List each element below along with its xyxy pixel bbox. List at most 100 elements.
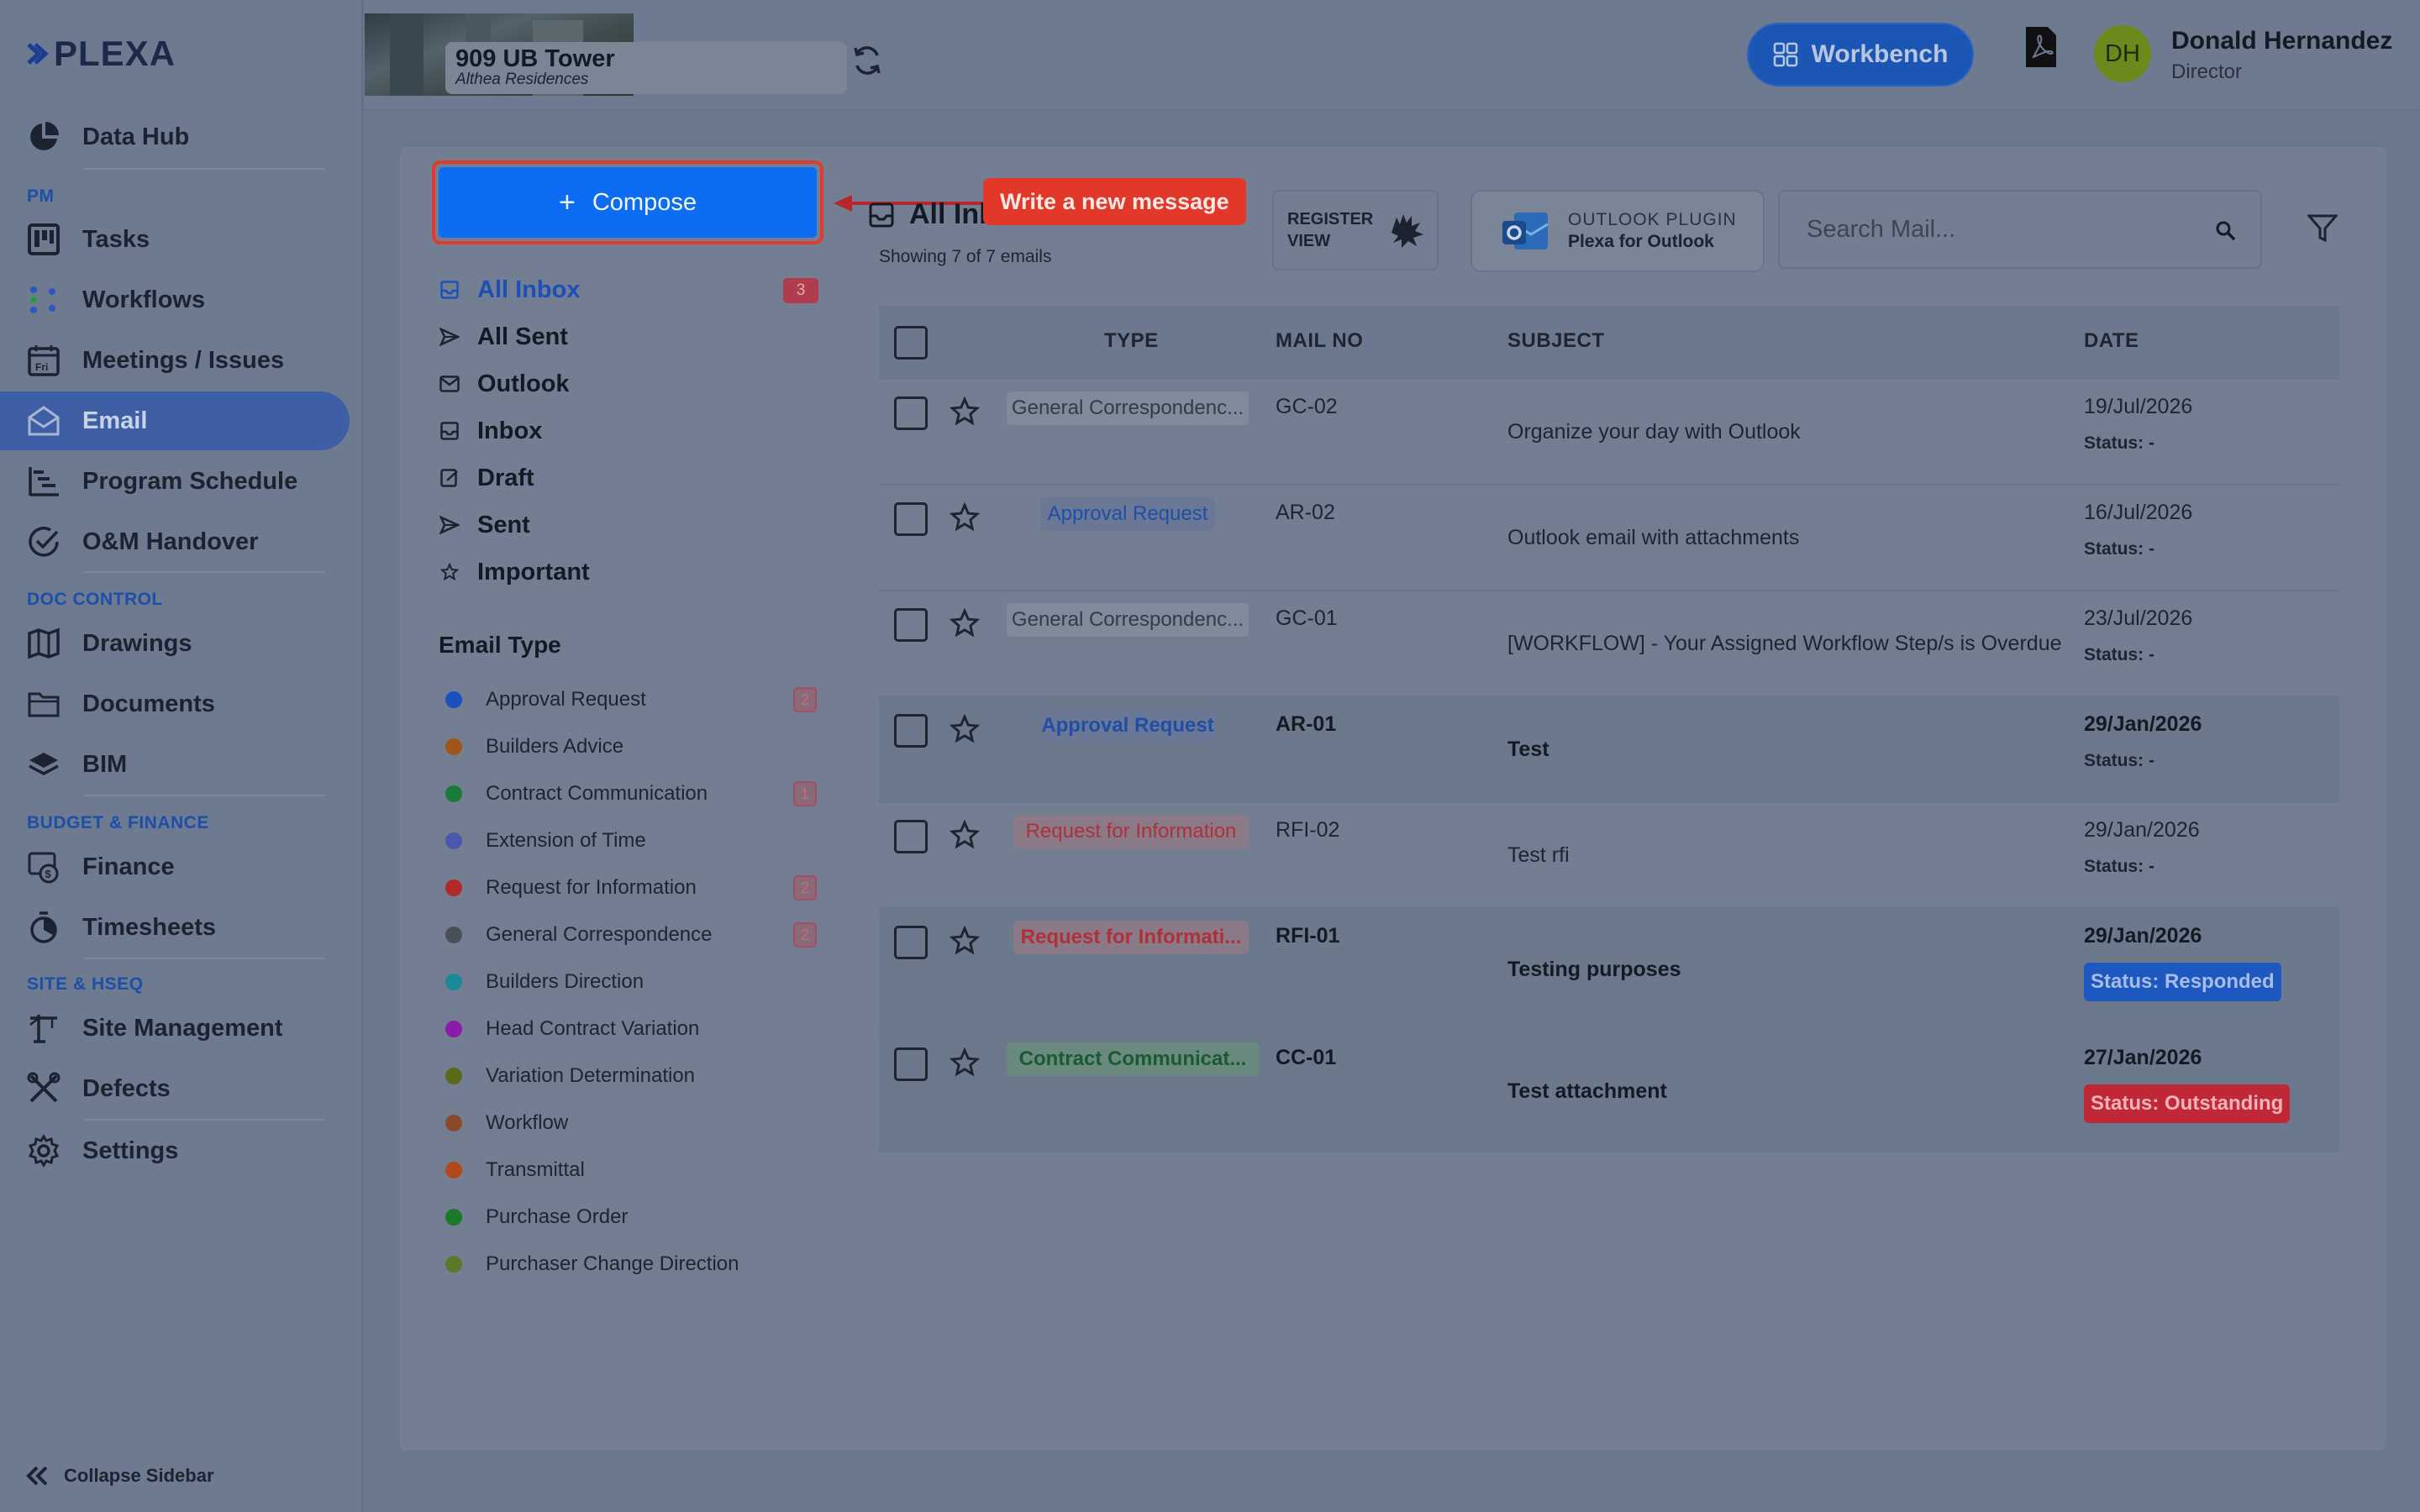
workbench-button[interactable]: Workbench bbox=[1747, 23, 1974, 87]
sidebar-item-defects[interactable]: Defects bbox=[0, 1059, 350, 1118]
email-subject[interactable]: Organize your day with Outlook bbox=[1507, 420, 1801, 444]
row-checkbox[interactable] bbox=[894, 820, 928, 853]
filter-icon[interactable] bbox=[2307, 213, 2338, 244]
email-subject[interactable]: Testing purposes bbox=[1507, 958, 1681, 982]
app-logo[interactable]: PLEXA bbox=[27, 34, 176, 73]
email-type-item[interactable]: General Correspondence bbox=[445, 920, 713, 950]
sidebar-item-finance[interactable]: $ Finance bbox=[0, 837, 350, 896]
project-selector[interactable]: 909 UB Tower Althea Residences bbox=[445, 42, 847, 94]
email-subject[interactable]: Test attachment bbox=[1507, 1079, 1667, 1104]
user-name[interactable]: Donald Hernandez bbox=[2171, 27, 2392, 55]
sidebar-item-label: Timesheets bbox=[82, 913, 217, 941]
star-icon[interactable] bbox=[950, 502, 980, 533]
row-checkbox[interactable] bbox=[894, 926, 928, 959]
folder-all-sent[interactable]: All Sent bbox=[439, 320, 568, 354]
email-type-item[interactable]: Builders Advice bbox=[445, 732, 623, 762]
register-view-button[interactable]: REGISTER VIEW bbox=[1272, 190, 1439, 270]
sidebar-item-workflows[interactable]: Workflows bbox=[0, 270, 350, 329]
row-checkbox[interactable] bbox=[894, 1047, 928, 1081]
email-type-item[interactable]: Builders Direction bbox=[445, 967, 644, 997]
color-dot-icon bbox=[445, 879, 462, 896]
sidebar-item-om-handover[interactable]: O&M Handover bbox=[0, 512, 350, 571]
table-row[interactable]: Request for Informati... RFI-01 Testing pu… bbox=[879, 909, 2339, 1031]
sidebar-item-drawings[interactable]: Drawings bbox=[0, 614, 350, 673]
table-row[interactable]: General Correspondenc... GC-01 [WORKFLOW] … bbox=[879, 591, 2339, 697]
sidebar-item-label: O&M Handover bbox=[82, 528, 259, 555]
table-row[interactable]: Approval Request AR-01 Test 29/Jan/2026 Stat… bbox=[879, 697, 2339, 803]
email-type-item[interactable]: Transmittal bbox=[445, 1155, 585, 1185]
compose-button[interactable]: + Compose bbox=[439, 167, 817, 238]
email-subject[interactable]: Test bbox=[1507, 738, 1549, 762]
email-status: Status: - bbox=[2084, 433, 2154, 453]
sidebar-item-tasks[interactable]: Tasks bbox=[0, 210, 350, 269]
email-type-item[interactable]: Purchase Order bbox=[445, 1202, 628, 1232]
column-header-subject[interactable]: SUBJECT bbox=[1507, 329, 1605, 353]
star-icon[interactable] bbox=[950, 820, 980, 850]
sidebar-item-documents[interactable]: Documents bbox=[0, 675, 350, 733]
folder-important[interactable]: Important bbox=[439, 555, 590, 589]
sidebar-item-data-hub[interactable]: Data Hub bbox=[0, 108, 350, 166]
email-subject[interactable]: [WORKFLOW] - Your Assigned Workflow Step… bbox=[1507, 632, 2062, 656]
sidebar-item-program-schedule[interactable]: Program Schedule bbox=[0, 452, 350, 511]
sidebar-item-site-management[interactable]: Site Management bbox=[0, 999, 350, 1058]
calendar-icon: Fri bbox=[25, 342, 62, 379]
column-header-type[interactable]: TYPE bbox=[1104, 329, 1159, 353]
row-checkbox[interactable] bbox=[894, 396, 928, 430]
folder-inbox[interactable]: Inbox bbox=[439, 414, 542, 448]
folder-draft[interactable]: Draft bbox=[439, 461, 534, 495]
email-type-label: Workflow bbox=[486, 1111, 569, 1134]
row-checkbox[interactable] bbox=[894, 714, 928, 748]
email-type-chip: Approval Request bbox=[1040, 709, 1215, 743]
sidebar-item-settings[interactable]: Settings bbox=[0, 1121, 350, 1180]
table-header: TYPE MAIL NO SUBJECT DATE bbox=[879, 306, 2339, 380]
star-icon[interactable] bbox=[950, 714, 980, 744]
star-icon[interactable] bbox=[950, 926, 980, 956]
sidebar-item-email[interactable]: Email bbox=[0, 391, 350, 450]
refresh-icon[interactable] bbox=[852, 44, 882, 77]
email-type-item[interactable]: Workflow bbox=[445, 1108, 568, 1138]
pdf-icon[interactable] bbox=[2024, 25, 2058, 69]
table-row[interactable]: Approval Request AR-02 Outlook email with … bbox=[879, 486, 2339, 591]
send-icon bbox=[439, 516, 460, 534]
divider bbox=[84, 958, 324, 959]
email-type-label: Contract Communication bbox=[486, 782, 708, 805]
row-checkbox[interactable] bbox=[894, 502, 928, 536]
email-type-item[interactable]: Request for Information bbox=[445, 873, 697, 903]
sidebar-item-bim[interactable]: BIM bbox=[0, 735, 350, 794]
email-type-item[interactable]: Approval Request bbox=[445, 685, 646, 715]
sidebar-item-label: Meetings / Issues bbox=[82, 346, 285, 374]
folder-sent[interactable]: Sent bbox=[439, 508, 530, 542]
sidebar-item-timesheets[interactable]: Timesheets bbox=[0, 898, 350, 957]
collapse-sidebar-button[interactable]: Collapse Sidebar bbox=[25, 1465, 214, 1487]
row-checkbox[interactable] bbox=[894, 608, 928, 642]
mail-number: CC-01 bbox=[1276, 1046, 1337, 1069]
search-icon[interactable] bbox=[2215, 220, 2237, 242]
star-icon[interactable] bbox=[950, 396, 980, 427]
folder-all-inbox[interactable]: All Inbox bbox=[439, 273, 580, 307]
avatar[interactable]: DH bbox=[2094, 25, 2151, 82]
email-subject[interactable]: Outlook email with attachments bbox=[1507, 526, 1799, 550]
compose-label: Compose bbox=[592, 188, 697, 216]
sidebar-item-meetings-issues[interactable]: Fri Meetings / Issues bbox=[0, 331, 350, 390]
email-subject[interactable]: Test rfi bbox=[1507, 843, 1570, 868]
table-row[interactable]: Contract Communicat... CC-01 Test attachme… bbox=[879, 1031, 2339, 1152]
table-row[interactable]: General Correspondenc... GC-02 Organize yo… bbox=[879, 380, 2339, 486]
column-header-mail-no[interactable]: MAIL NO bbox=[1276, 329, 1363, 353]
email-type-item[interactable]: Variation Determination bbox=[445, 1061, 695, 1091]
email-type-item[interactable]: Head Contract Variation bbox=[445, 1014, 699, 1044]
select-all-checkbox[interactable] bbox=[894, 326, 928, 360]
workflow-icon bbox=[25, 281, 62, 318]
folder-outlook[interactable]: Outlook bbox=[439, 367, 570, 401]
email-type-item[interactable]: Purchaser Change Direction bbox=[445, 1249, 739, 1279]
register-view-label-2: VIEW bbox=[1287, 232, 1331, 250]
sidebar-item-label: Tasks bbox=[82, 225, 150, 253]
search-input[interactable] bbox=[1780, 192, 2260, 267]
table-row[interactable]: Request for Information RFI-02 Test rfi 29/… bbox=[879, 803, 2339, 909]
star-icon[interactable] bbox=[950, 608, 980, 638]
outlook-plugin-button[interactable]: OUTLOOK PLUGIN Plexa for Outlook bbox=[1470, 190, 1765, 272]
email-date: 16/Jul/2026 bbox=[2084, 501, 2193, 524]
star-icon[interactable] bbox=[950, 1047, 980, 1078]
email-type-item[interactable]: Contract Communication bbox=[445, 779, 708, 809]
column-header-date[interactable]: DATE bbox=[2084, 329, 2139, 353]
email-type-item[interactable]: Extension of Time bbox=[445, 826, 646, 856]
